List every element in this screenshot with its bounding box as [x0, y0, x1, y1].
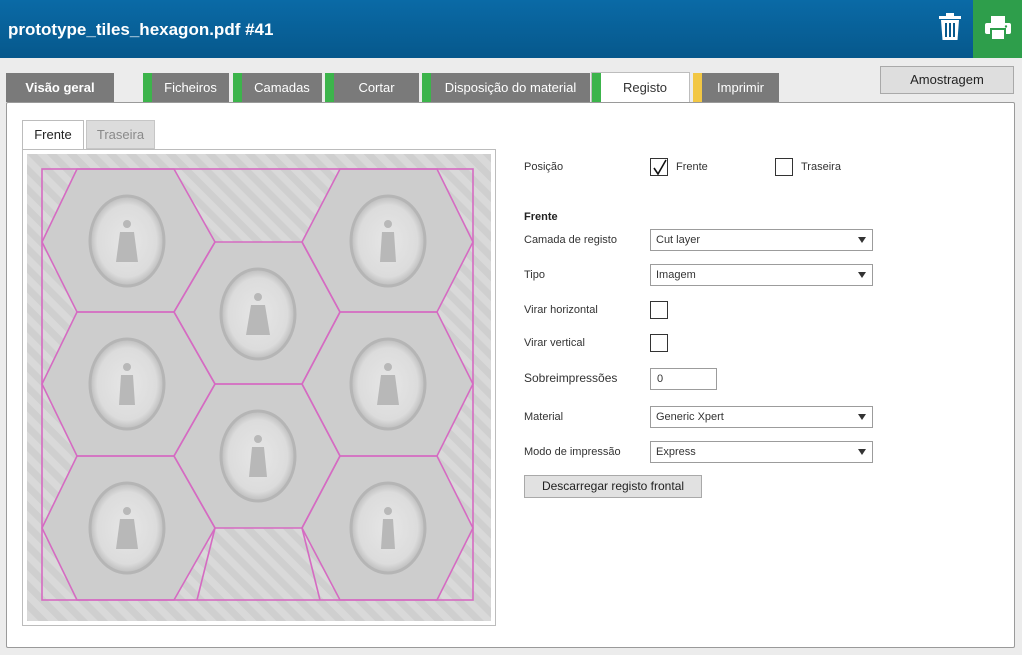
- dropdown-arrow-icon: [858, 237, 866, 243]
- position-label: Posição: [524, 161, 564, 173]
- tab-label: Disposição do material: [444, 80, 577, 95]
- hexagon-tiles-preview: [27, 154, 491, 621]
- back-checkbox-label: Traseira: [801, 161, 841, 173]
- status-stripe: [325, 73, 334, 102]
- dropdown-arrow-icon: [858, 414, 866, 420]
- subtab-back[interactable]: Traseira: [86, 120, 155, 149]
- flip-h-checkbox[interactable]: [650, 301, 668, 319]
- tab-label: Camadas: [254, 80, 310, 95]
- tab-label: Ficheiros: [164, 80, 217, 95]
- overprints-label: Sobreimpressões: [524, 371, 618, 385]
- print-mode-value: Express: [656, 446, 696, 458]
- status-stripe: [693, 73, 702, 102]
- back-checkbox[interactable]: [775, 158, 793, 176]
- subtab-front[interactable]: Frente: [22, 120, 84, 150]
- reg-layer-label: Camada de registo: [524, 234, 617, 246]
- tab-label: Visão geral: [25, 80, 95, 95]
- material-value: Generic Xpert: [656, 411, 724, 423]
- app-header: prototype_tiles_hexagon.pdf #41: [0, 0, 1022, 58]
- tab-label: Registo: [622, 80, 668, 95]
- tab-registration[interactable]: Registo: [591, 72, 690, 103]
- sampling-button[interactable]: Amostragem: [880, 66, 1014, 94]
- type-value: Imagem: [656, 269, 696, 281]
- reg-layer-value: Cut layer: [656, 234, 701, 246]
- printer-icon: [985, 16, 1011, 40]
- material-label: Material: [524, 411, 564, 423]
- type-label: Tipo: [524, 269, 545, 281]
- checkmark-icon: [653, 159, 667, 176]
- print-mode-select[interactable]: Express: [650, 441, 873, 463]
- reg-layer-select[interactable]: Cut layer: [650, 229, 873, 251]
- overprints-input[interactable]: 0: [650, 368, 717, 390]
- tab-label: Cortar: [358, 80, 395, 95]
- dropdown-arrow-icon: [858, 272, 866, 278]
- flip-v-label: Virar vertical: [524, 337, 585, 349]
- tab-files[interactable]: Ficheiros: [143, 73, 229, 102]
- download-front-registration-button[interactable]: Descarregar registo frontal: [524, 475, 702, 498]
- status-stripe: [592, 73, 601, 102]
- print-button[interactable]: [973, 0, 1022, 58]
- material-select[interactable]: Generic Xpert: [650, 406, 873, 428]
- tab-cut[interactable]: Cortar: [325, 73, 419, 102]
- status-stripe: [422, 73, 431, 102]
- status-stripe: [233, 73, 242, 102]
- section-title: Frente: [524, 211, 558, 223]
- status-stripe: [143, 73, 152, 102]
- tab-overview[interactable]: Visão geral: [6, 73, 114, 102]
- tab-print[interactable]: Imprimir: [693, 73, 779, 102]
- type-select[interactable]: Imagem: [650, 264, 873, 286]
- tab-layers[interactable]: Camadas: [233, 73, 322, 102]
- job-title: prototype_tiles_hexagon.pdf #41: [8, 20, 274, 39]
- flip-v-checkbox[interactable]: [650, 334, 668, 352]
- dropdown-arrow-icon: [858, 449, 866, 455]
- tab-label: Imprimir: [717, 80, 764, 95]
- print-mode-label: Modo de impressão: [524, 446, 621, 458]
- front-checkbox[interactable]: [650, 158, 668, 176]
- flip-h-label: Virar horizontal: [524, 304, 598, 316]
- trash-icon[interactable]: [936, 12, 964, 42]
- front-checkbox-label: Frente: [676, 161, 708, 173]
- preview-canvas: [22, 149, 496, 626]
- tab-material-layout[interactable]: Disposição do material: [422, 73, 590, 102]
